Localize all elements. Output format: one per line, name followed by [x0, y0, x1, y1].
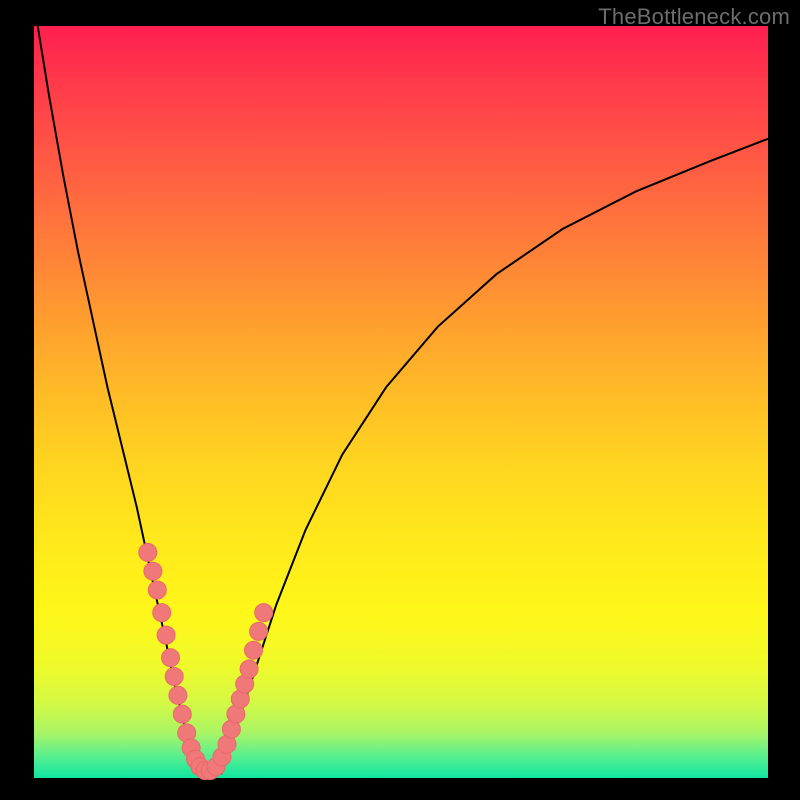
highlight-marker — [148, 581, 166, 599]
highlight-marker — [173, 705, 191, 723]
highlight-marker — [139, 543, 157, 561]
highlight-marker — [157, 626, 175, 644]
watermark-text: TheBottleneck.com — [598, 4, 790, 30]
highlight-marker — [162, 649, 180, 667]
highlight-marker — [169, 686, 187, 704]
curve-group — [38, 26, 768, 774]
highlight-marker — [255, 604, 273, 622]
marker-group — [139, 543, 273, 779]
plot-area — [34, 26, 768, 778]
right-branch-curve — [221, 139, 768, 774]
highlight-marker — [245, 641, 263, 659]
highlight-marker — [240, 660, 258, 678]
highlight-marker — [144, 562, 162, 580]
highlight-marker — [165, 668, 183, 686]
chart-svg — [34, 26, 768, 778]
chart-frame: TheBottleneck.com — [0, 0, 800, 800]
highlight-marker — [153, 604, 171, 622]
highlight-marker — [250, 622, 268, 640]
